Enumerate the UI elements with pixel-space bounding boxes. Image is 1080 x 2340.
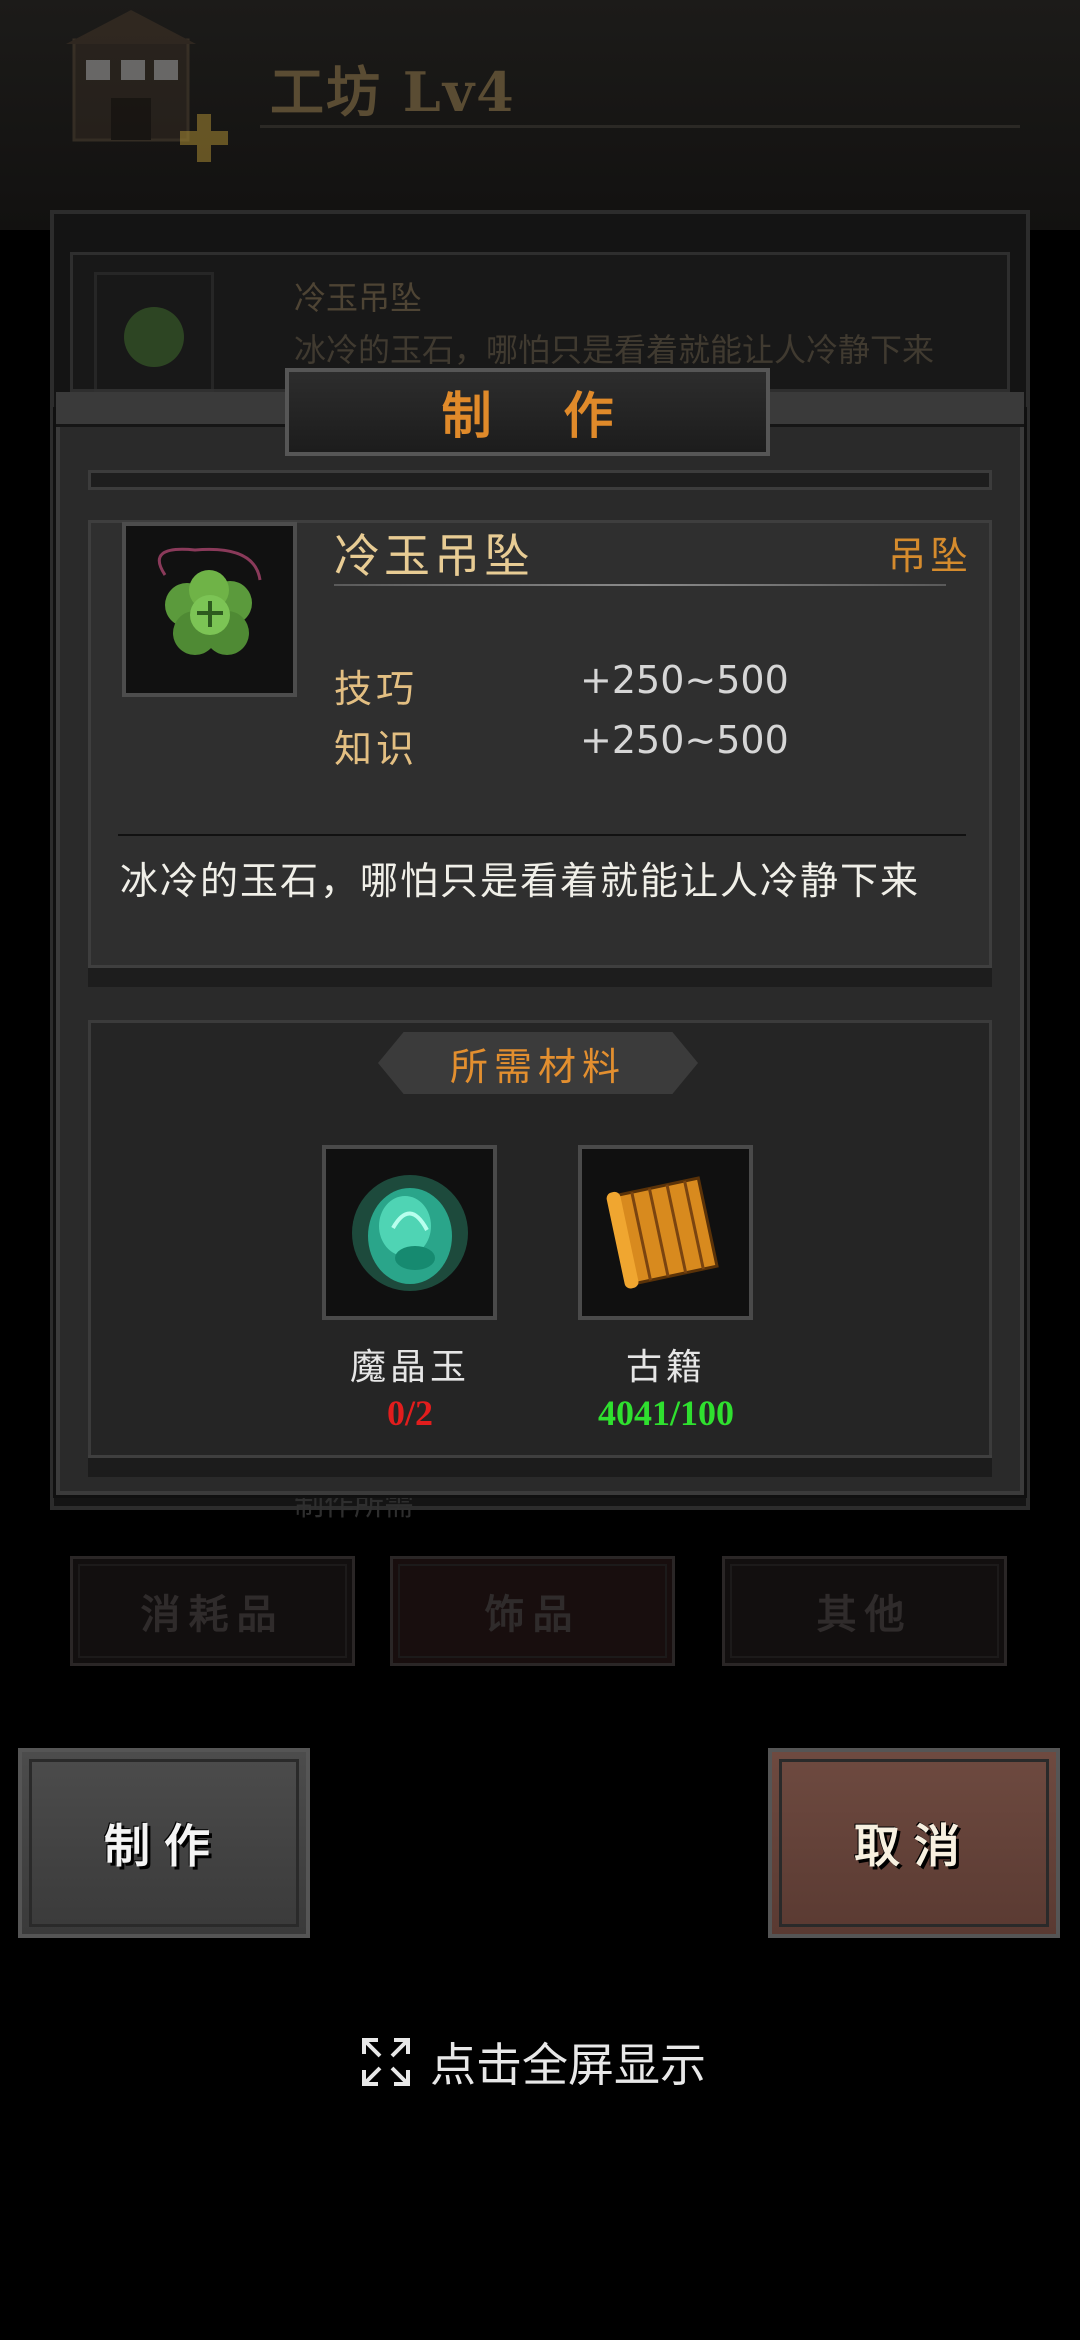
modal-inner-band — [88, 965, 992, 987]
jade-pendant-icon — [157, 547, 261, 655]
stat-value-knowledge: +250~500 — [580, 718, 789, 762]
background-item-thumbnail — [94, 272, 214, 392]
modal-inner-band — [88, 1455, 992, 1477]
jade-pendant-icon — [124, 307, 184, 367]
material-slot-magic-crystal-jade[interactable] — [322, 1145, 497, 1320]
material-count-insufficient: 0/2 — [386, 1393, 433, 1433]
background-item-name: 冷玉吊坠 — [294, 279, 423, 317]
material-count-sufficient: 4041/100 — [597, 1393, 734, 1433]
modal-title: 制作 — [441, 386, 686, 445]
material-name: 古籍 — [625, 1347, 706, 1388]
workshop-building-icon — [66, 10, 196, 142]
stat-label-knowledge: 知识 — [334, 727, 419, 771]
tab-consumables[interactable]: 消耗品 — [70, 1556, 355, 1666]
stat-value-skill: +250~500 — [580, 658, 789, 702]
background-item-description: 冰冷的玉石，哪怕只是看着就能让人冷静下来 — [294, 331, 935, 369]
magic-crystal-jade-icon — [351, 1174, 468, 1291]
ancient-scroll-icon — [606, 1175, 719, 1288]
item-icon-frame — [122, 522, 297, 697]
craft-button[interactable]: 制作 — [18, 1748, 310, 1938]
fullscreen-hint[interactable]: 点击全屏显示 — [360, 2030, 706, 2094]
tab-accessories[interactable]: 饰品 — [390, 1556, 675, 1666]
upgrade-plus-icon[interactable] — [178, 112, 230, 164]
item-type: 吊坠 — [888, 534, 973, 578]
description-divider — [118, 834, 966, 836]
item-description: 冰冷的玉石，哪怕只是看着就能让人冷静下来 — [120, 859, 921, 903]
material-name: 魔晶玉 — [349, 1347, 470, 1388]
material-slot-ancient-scroll[interactable] — [578, 1145, 753, 1320]
cancel-button[interactable]: 取消 — [768, 1748, 1060, 1938]
workshop-title: 工坊 Lv4 — [270, 60, 516, 124]
modal-title-plate: 制作 — [285, 368, 770, 456]
item-name: 冷玉吊坠 — [334, 529, 534, 583]
fullscreen-hint-label: 点击全屏显示 — [430, 2038, 706, 2092]
tab-others[interactable]: 其他 — [722, 1556, 1007, 1666]
header-divider — [260, 125, 1020, 128]
materials-header: 所需材料 — [378, 1032, 698, 1094]
materials-header-label: 所需材料 — [449, 1044, 626, 1089]
expand-fullscreen-icon — [362, 2038, 410, 2086]
item-name-divider — [334, 584, 946, 586]
modal-inner-band — [88, 470, 992, 490]
stat-label-skill: 技巧 — [334, 667, 419, 711]
